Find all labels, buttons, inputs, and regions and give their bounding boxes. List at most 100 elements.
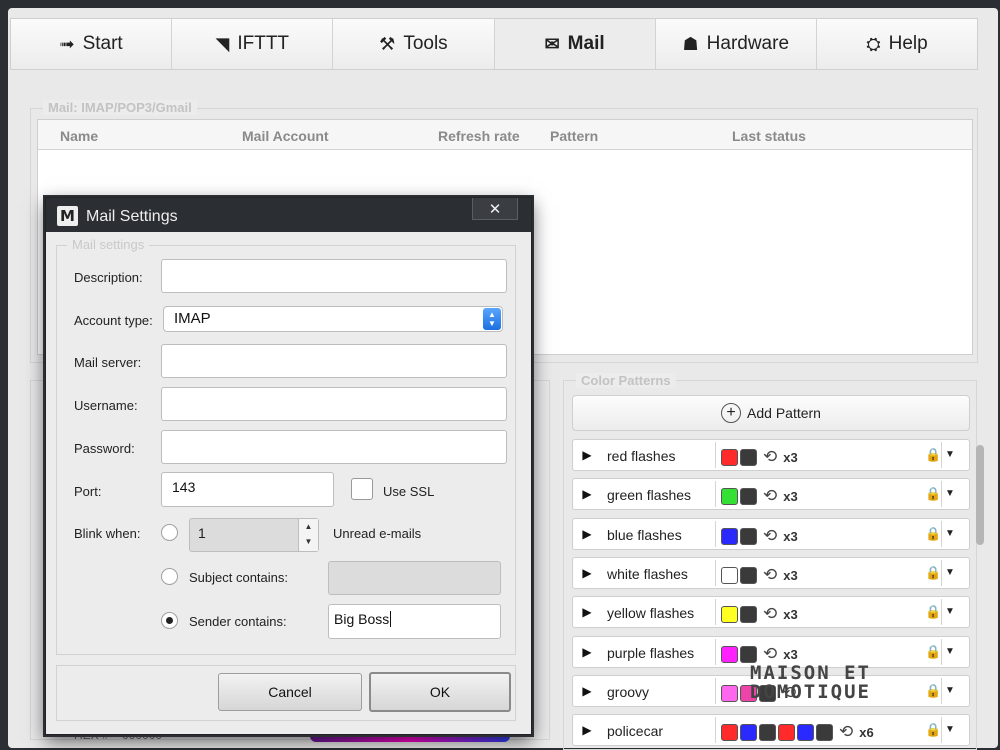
play-icon[interactable]: ▶ [573, 597, 601, 627]
repeat-icon: ⟲ [763, 486, 778, 505]
color-swatch [740, 645, 757, 663]
pattern-swatches: ⟲ x3 [721, 565, 798, 585]
tab-start[interactable]: ➟ Start [11, 19, 173, 69]
pattern-row[interactable]: ▶ yellow flashes ⟲ x3 🔒 ▼ [572, 596, 970, 628]
play-icon[interactable]: ▶ [573, 676, 601, 706]
description-field[interactable] [161, 259, 507, 293]
color-swatch [740, 487, 757, 505]
account-type-select[interactable]: IMAP ▲ ▼ [163, 306, 503, 332]
divider [941, 442, 942, 468]
pattern-list-scrollbar[interactable] [976, 445, 984, 545]
pattern-name: red flashes [607, 448, 676, 464]
sender-field[interactable]: Big Boss [328, 604, 501, 639]
tab-help[interactable]: ⛭ Help [816, 19, 978, 69]
pattern-name: policecar [607, 723, 664, 739]
play-icon[interactable]: ▶ [573, 558, 601, 588]
tab-label: Mail [567, 33, 605, 54]
description-label: Description: [74, 270, 143, 285]
tab-mail[interactable]: ✉ Mail [494, 19, 656, 69]
pattern-row[interactable]: ▶ blue flashes ⟲ x3 🔒 ▼ [572, 518, 970, 550]
pattern-swatches: ⟲ x3 [721, 604, 798, 624]
subject-contains-label[interactable]: Subject contains: [189, 570, 288, 585]
tab-hardware[interactable]: ☗ Hardware [655, 19, 817, 69]
column-header-mail-account[interactable]: Mail Account [242, 128, 329, 144]
pattern-swatches: ⟲ x3 [721, 526, 798, 546]
lock-icon[interactable]: 🔒 [925, 645, 941, 660]
password-field[interactable] [161, 430, 507, 464]
tab-label: IFTTT [237, 33, 290, 54]
use-ssl-label[interactable]: Use SSL [383, 484, 434, 499]
arrow-right-icon: ➟ [59, 33, 75, 54]
divider [715, 521, 716, 547]
repeat-count: x3 [783, 646, 798, 662]
mail-group-title: Mail: IMAP/POP3/Gmail [43, 100, 197, 115]
pattern-row[interactable]: ▶ policecar ⟲ x6 🔒 ▼ [572, 714, 970, 746]
play-icon[interactable]: ▶ [573, 479, 601, 509]
chevron-down-icon[interactable]: ▼ [945, 567, 955, 578]
mail-server-field[interactable] [161, 344, 507, 378]
lock-icon[interactable]: 🔒 [925, 566, 941, 581]
play-icon[interactable]: ▶ [573, 715, 601, 745]
app-logo-icon: M [57, 206, 78, 226]
divider [941, 639, 942, 665]
mail-icon: ✉ [544, 33, 560, 54]
dialog-title-bar[interactable]: M Mail Settings ✕ [46, 198, 531, 232]
color-swatch [797, 723, 814, 741]
subject-radio[interactable] [161, 568, 178, 585]
tab-label: Tools [403, 33, 448, 54]
column-header-last-status[interactable]: Last status [732, 128, 806, 144]
repeat-icon: ⟲ [839, 722, 854, 741]
cancel-button[interactable]: Cancel [218, 673, 362, 711]
divider [941, 560, 942, 586]
play-icon[interactable]: ▶ [573, 440, 601, 470]
chevron-down-icon[interactable]: ▼ [945, 646, 955, 657]
sender-contains-label[interactable]: Sender contains: [189, 614, 287, 629]
pattern-row[interactable]: ▶ white flashes ⟲ x3 🔒 ▼ [572, 557, 970, 589]
column-header-name[interactable]: Name [60, 128, 98, 144]
chevron-down-icon[interactable]: ▼ [945, 606, 955, 617]
tab-tools[interactable]: ⚒ Tools [333, 19, 495, 69]
color-patterns-title: Color Patterns [576, 373, 676, 388]
text-caret [390, 611, 392, 627]
lock-icon[interactable]: 🔒 [925, 487, 941, 502]
tab-label: Start [82, 33, 123, 54]
unread-count-value: 1 [198, 525, 206, 541]
pattern-row[interactable]: ▶ red flashes ⟲ x3 🔒 ▼ [572, 439, 970, 471]
chevron-down-icon[interactable]: ▼ [945, 724, 955, 735]
color-swatch [721, 527, 738, 545]
table-header: Name Mail Account Refresh rate Pattern L… [38, 120, 972, 150]
color-swatch [740, 605, 757, 623]
chevron-down-icon[interactable]: ▼ [945, 528, 955, 539]
divider [941, 717, 942, 743]
column-header-pattern[interactable]: Pattern [550, 128, 598, 144]
chevron-down-icon[interactable]: ▼ [945, 488, 955, 499]
port-field[interactable]: 143 [161, 472, 334, 507]
ok-button[interactable]: OK [369, 672, 511, 712]
add-pattern-button[interactable]: + Add Pattern [572, 395, 970, 431]
column-header-refresh-rate[interactable]: Refresh rate [438, 128, 520, 144]
play-icon[interactable]: ▶ [573, 519, 601, 549]
watermark-line2: DOMOTIQUE [750, 681, 871, 703]
use-ssl-checkbox[interactable] [351, 478, 373, 500]
username-field[interactable] [161, 387, 507, 421]
color-swatch [721, 566, 738, 584]
lock-icon[interactable]: 🔒 [925, 605, 941, 620]
stepper-arrows-icon[interactable]: ▲ ▼ [298, 519, 318, 551]
pattern-name: groovy [607, 684, 650, 700]
close-button[interactable]: ✕ [472, 198, 518, 220]
unread-radio[interactable] [161, 524, 178, 541]
chevron-down-icon[interactable]: ▼ [945, 449, 955, 460]
repeat-count: x3 [783, 449, 798, 465]
lock-icon[interactable]: 🔒 [925, 448, 941, 463]
lock-icon[interactable]: 🔒 [925, 723, 941, 738]
ifttt-icon: ◥ [215, 33, 230, 54]
tab-ifttt[interactable]: ◥ IFTTT [172, 19, 334, 69]
subject-field[interactable] [328, 561, 501, 595]
unread-count-stepper[interactable]: 1 ▲ ▼ [189, 518, 319, 552]
divider [715, 560, 716, 586]
lock-icon[interactable]: 🔒 [925, 527, 941, 542]
sender-radio[interactable] [161, 612, 178, 629]
pattern-row[interactable]: ▶ green flashes ⟲ x3 🔒 ▼ [572, 478, 970, 510]
play-icon[interactable]: ▶ [573, 637, 601, 667]
hardware-icon: ☗ [682, 33, 699, 54]
